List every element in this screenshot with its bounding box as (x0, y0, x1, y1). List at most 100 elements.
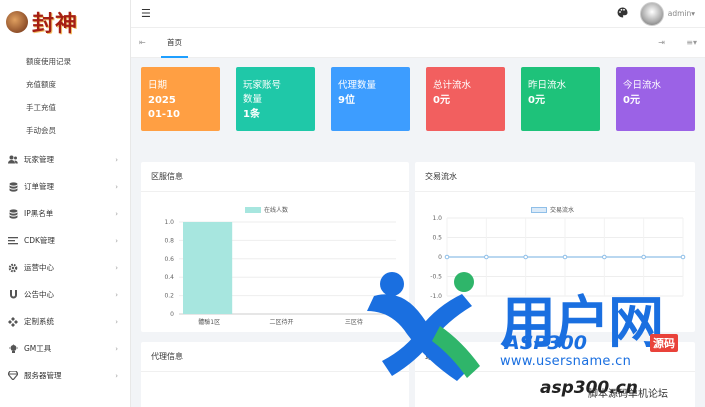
submenu-item-manual-recharge[interactable]: 手工充值 (0, 96, 130, 119)
sidebar-item-orders[interactable]: 订单管理 › (0, 173, 130, 200)
data-point (484, 254, 489, 260)
y-tick-label: 0.5 (432, 235, 442, 242)
palette-icon[interactable] (617, 7, 628, 21)
list-icon (8, 236, 18, 246)
users-icon (8, 155, 18, 165)
brand-logo[interactable]: 封神 (0, 0, 130, 44)
y-tick-label: 1.0 (432, 215, 442, 222)
panel-title: 站 (415, 342, 695, 372)
sidebar-item-label: 玩家管理 (24, 155, 54, 164)
sidebar-item-label: GM工具 (24, 344, 52, 353)
data-point (641, 254, 646, 260)
chevron-right-icon: › (115, 209, 118, 218)
chevron-right-icon: › (115, 344, 118, 353)
username-label: admin (667, 9, 692, 18)
card-label: 日期 (148, 80, 168, 91)
card-label: 昨日流水 (528, 80, 567, 91)
panel-title: 代理信息 (141, 342, 409, 372)
stat-card-yesterday-flow: 昨日流水 0元 (521, 67, 600, 131)
y-tick-label: 0.4 (164, 274, 174, 281)
card-value: 0元 (623, 95, 640, 106)
user-menu[interactable]: admin▾ (668, 9, 695, 18)
sidebar-item-label: 定制系统 (24, 317, 54, 326)
data-point (602, 254, 607, 260)
zone-bar-chart: 0 0.2 0.4 0.6 0.8 1.0 體驗1区 二区待开 三区待 (164, 219, 396, 326)
trade-flow-panel: 交易流水 交易流水 1.0 0.5 0 -0.5 -1.0 25-01-08 (415, 162, 695, 332)
card-label-line2: 数量 (243, 94, 263, 105)
y-tick-label: 1.0 (164, 219, 174, 226)
y-tick-label: 0 (170, 311, 174, 318)
sidebar-item-label: 服务器管理 (24, 371, 62, 380)
submenu-item-manual-member[interactable]: 手动会员 (0, 119, 130, 142)
logo-text: 封神 (32, 11, 79, 37)
sidebar-item-cdk[interactable]: CDK管理 › (0, 227, 130, 254)
diamond-icon (8, 371, 18, 381)
x-tick-label: 25-01-08 (563, 302, 590, 309)
chevron-right-icon: › (115, 371, 118, 380)
submenu-item-quota-usage[interactable]: 额度使用记录 (0, 50, 130, 73)
y-tick-label: 0.6 (164, 256, 174, 263)
sidebar-item-gm-tools[interactable]: GM工具 › (0, 335, 130, 362)
caret-down-icon: ▾ (691, 9, 695, 18)
agent-info-panel: 代理信息 (141, 342, 409, 407)
card-value: 0元 (433, 95, 450, 106)
x-tick-label: 體驗1区 (198, 318, 220, 326)
stat-card-date: 日期 2025 01-10 (141, 67, 220, 131)
sidebar-item-label: 公告中心 (24, 290, 54, 299)
chevron-right-icon: › (115, 263, 118, 272)
card-label-line1: 玩家账号 (243, 80, 282, 91)
data-point (680, 254, 686, 260)
stat-card-today-flow: 今日流水 0元 (616, 67, 695, 131)
chevron-right-icon: › (115, 182, 118, 191)
tab-scroll-right-icon[interactable]: ⇥ (658, 38, 672, 47)
sidebar-menu: 玩家管理 › 订单管理 › IP黑名单 › CDK管理 › 运营中心 › 公告中… (0, 146, 130, 389)
y-tick-label: 0.2 (164, 293, 174, 300)
sidebar-item-players[interactable]: 玩家管理 › (0, 146, 130, 173)
sidebar-item-operations[interactable]: 运营中心 › (0, 254, 130, 281)
avatar[interactable] (639, 1, 664, 26)
submenu-item-recharge-quota[interactable]: 充值额度 (0, 73, 130, 96)
stat-card-player-accounts: 玩家账号 数量 1条 (236, 67, 315, 131)
database-icon (8, 181, 18, 192)
sidebar-item-servers[interactable]: 服务器管理 › (0, 362, 130, 389)
sidebar-item-custom-system[interactable]: 定制系统 › (0, 308, 130, 335)
card-label: 今日流水 (623, 80, 662, 91)
sidebar-item-label: CDK管理 (24, 236, 55, 245)
data-point (523, 254, 528, 260)
dashboard-content: 日期 2025 01-10 玩家账号 数量 1条 代理数量 9位 总计流水 0元… (131, 58, 705, 407)
chevron-right-icon: › (115, 290, 118, 299)
x-tick-label: 二区待开 (269, 318, 293, 326)
data-point (444, 254, 450, 260)
sidebar-item-ip-blacklist[interactable]: IP黑名单 › (0, 200, 130, 227)
y-tick-label: 0 (438, 254, 442, 261)
chevron-right-icon: › (115, 236, 118, 245)
sidebar-item-announcements[interactable]: 公告中心 › (0, 281, 130, 308)
submenu: 额度使用记录 充值额度 手工充值 手动会员 (0, 44, 130, 142)
puzzle-icon (8, 316, 18, 327)
y-tick-label: -0.5 (430, 274, 442, 281)
sidebar-item-label: IP黑名单 (24, 209, 54, 218)
card-label: 总计流水 (433, 80, 472, 91)
tab-options-icon[interactable]: ≡▾ (686, 38, 697, 47)
stat-card-agents: 代理数量 9位 (331, 67, 410, 131)
sidebar-item-label: 订单管理 (24, 182, 54, 191)
tab-home[interactable]: 首页 (161, 28, 188, 58)
menu-toggle-icon[interactable]: ☰ (141, 7, 151, 20)
stat-card-total-flow: 总计流水 0元 (426, 67, 505, 131)
x-tick-label: 三区待 (345, 318, 363, 326)
logo-emblem-icon (6, 11, 28, 33)
card-value: 1条 (243, 109, 260, 120)
data-point (562, 254, 568, 260)
site-panel: 站 (415, 342, 695, 407)
bulb-icon (8, 343, 18, 354)
tab-scroll-left-icon[interactable]: ⇤ (139, 38, 153, 47)
card-value: 9位 (338, 95, 355, 106)
card-value-year: 2025 (148, 95, 176, 106)
bar (183, 222, 233, 314)
zone-info-panel: 区服信息 在线人数 0 0.2 0.4 0.6 0.8 1.0 體驗1区 二区待开 三区待 (141, 162, 409, 332)
trade-line-chart: 1.0 0.5 0 -0.5 -1.0 25-01-08 (430, 215, 686, 309)
chevron-right-icon: › (115, 317, 118, 326)
database-icon (8, 208, 18, 219)
magnet-icon (8, 289, 18, 300)
card-value: 0元 (528, 95, 545, 106)
